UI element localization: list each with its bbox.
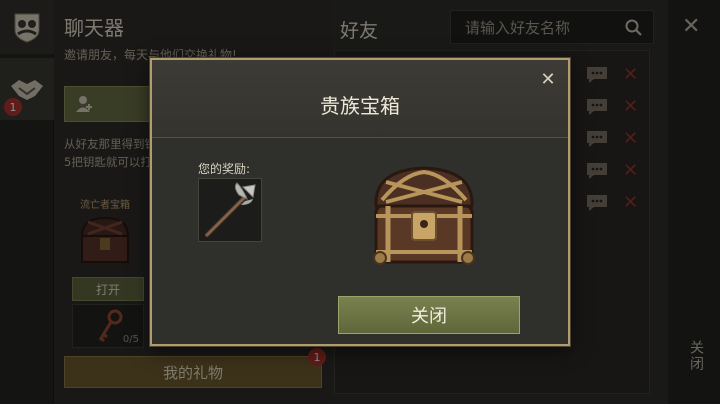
reward-item-slot[interactable]: [198, 178, 262, 242]
noble-chest-dialog: 贵族宝箱 ✕ 您的奖励: 关闭: [150, 58, 570, 346]
noble-chest-icon: [364, 160, 484, 274]
reward-label: 您的奖励:: [198, 162, 251, 176]
close-dialog-button[interactable]: 关闭: [338, 296, 520, 334]
halberd-icon: [205, 182, 256, 237]
close-icon[interactable]: ✕: [538, 70, 558, 90]
dialog-header: 贵族宝箱 ✕: [152, 60, 568, 138]
dialog-title: 贵族宝箱: [320, 94, 400, 118]
